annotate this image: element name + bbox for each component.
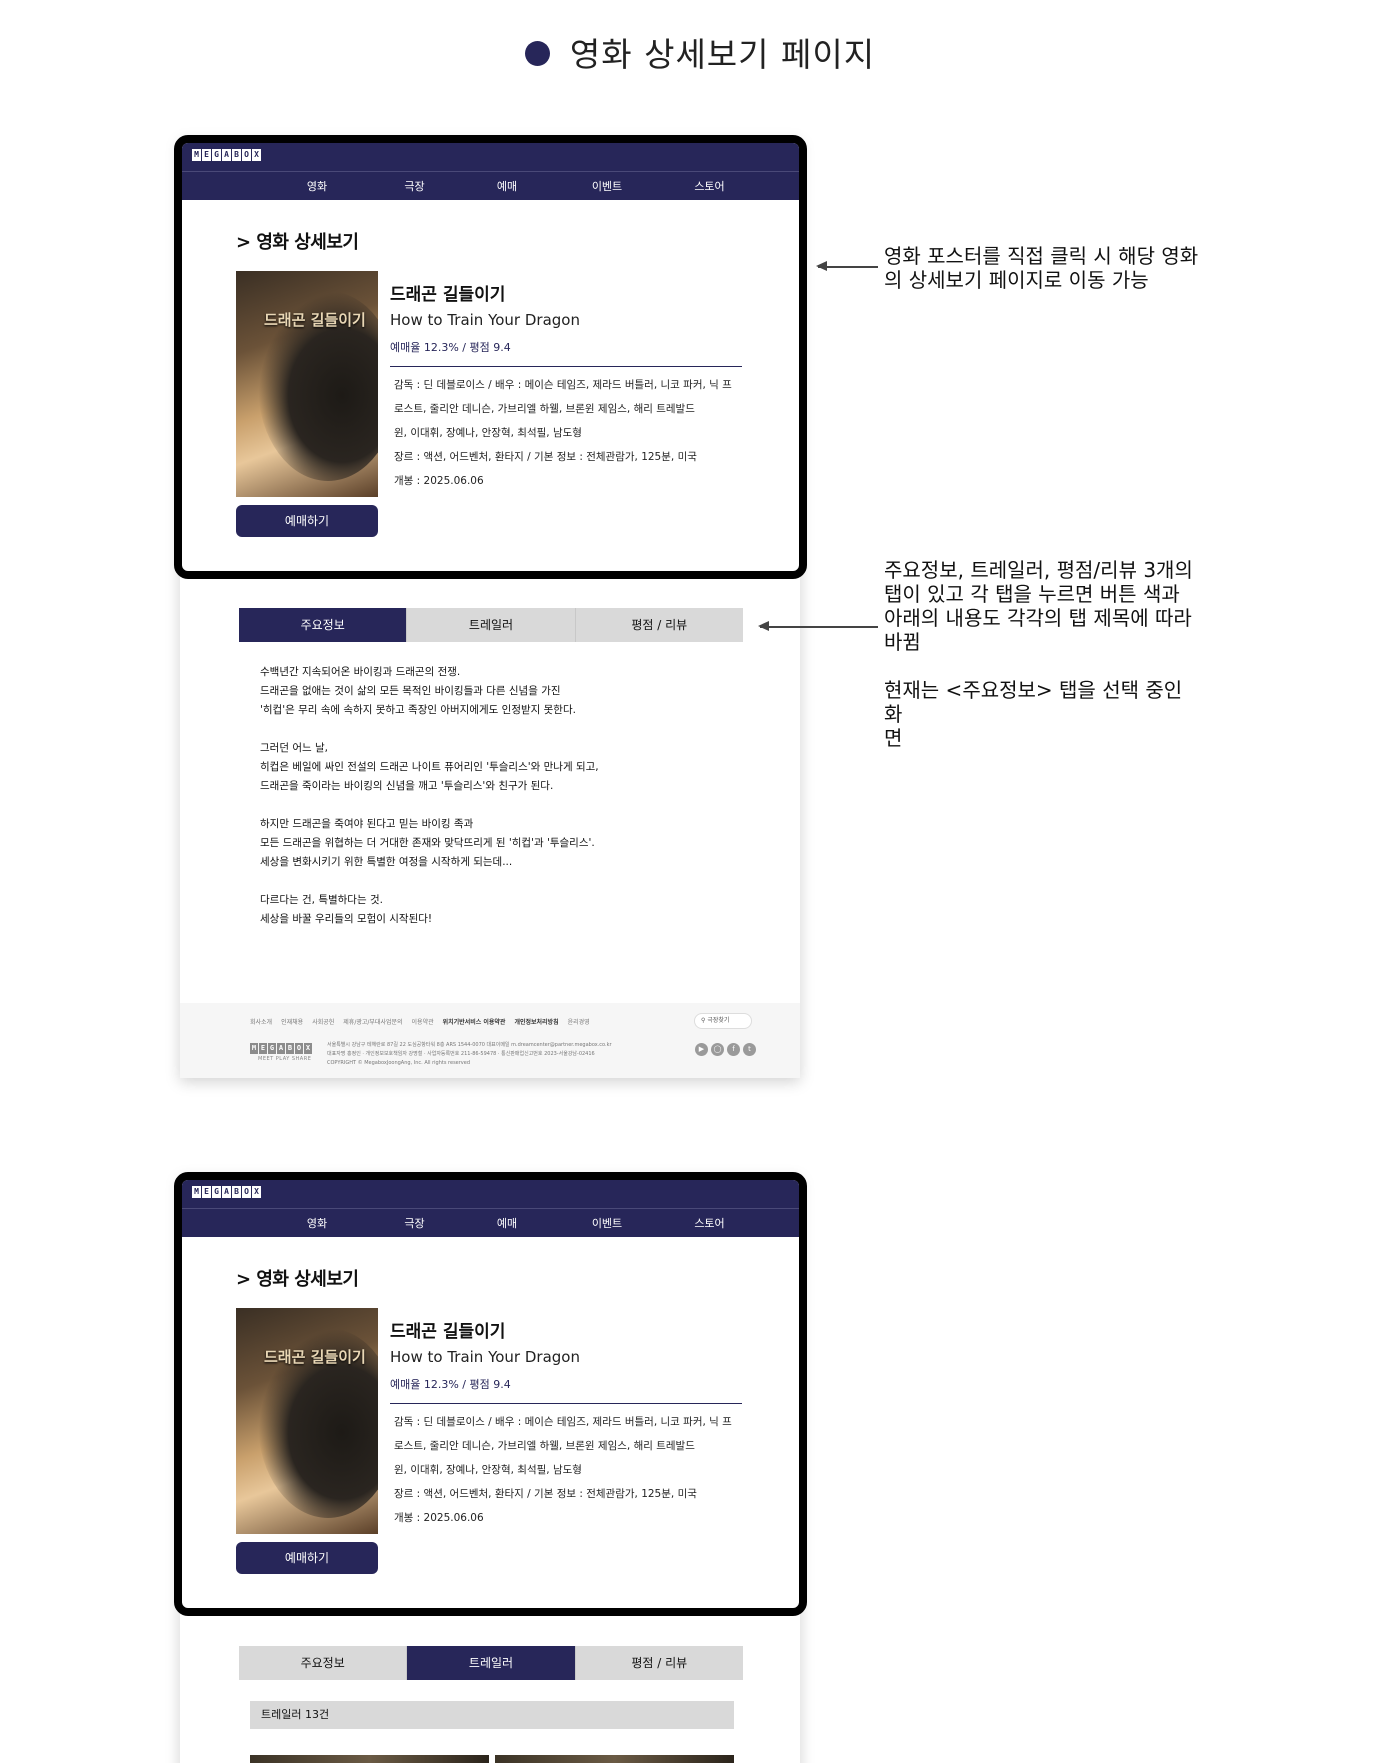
nav-item-theater[interactable]: 극장	[372, 1209, 457, 1237]
facebook-icon[interactable]: f	[727, 1043, 740, 1056]
trailer-thumbnail[interactable]	[495, 1755, 734, 1763]
movie-title-en: How to Train Your Dragon	[390, 1348, 580, 1366]
gnb-menu: 영화 극장 예매 이벤트 스토어	[182, 171, 799, 200]
megabox-logo[interactable]: MEGABOX	[192, 149, 261, 161]
movie-rate: 예매율 12.3% / 평점 9.4	[390, 1376, 742, 1404]
global-nav: MEGABOX 영화 극장 예매 이벤트 스토어	[182, 143, 799, 200]
theater-search-button[interactable]: ⚲ 극장찾기	[694, 1013, 752, 1029]
synopsis-line: 히컵은 베일에 싸인 전설의 드래곤 나이트 퓨어리인 '투슬리스'와 만나게 …	[260, 761, 599, 773]
page-title: 영화 상세보기 페이지	[0, 28, 1400, 76]
nav-item-store[interactable]: 스토어	[657, 1209, 762, 1237]
synopsis-line: '히컵'은 무리 속에 속하지 못하고 족장인 아버지에게도 인정받지 못한다.	[260, 704, 576, 716]
detail-heading: > 영화 상세보기	[236, 1269, 359, 1290]
nav-item-movie[interactable]: 영화	[262, 1209, 372, 1237]
gnb-menu: 영화 극장 예매 이벤트 스토어	[182, 1208, 799, 1237]
synopsis: 수백년간 지속되어온 바이킹과 드래곤의 전쟁. 드래곤을 없애는 것이 삶의 …	[260, 663, 700, 929]
synopsis-line: 세상을 변화시키기 위한 특별한 여정을 시작하게 되는데...	[260, 856, 513, 868]
synopsis-line: 세상을 바꿀 우리들의 모험이 시작된다!	[260, 913, 433, 925]
tab-trailer[interactable]: 트레일러	[407, 1646, 576, 1680]
nav-item-booking[interactable]: 예매	[457, 1209, 557, 1237]
nav-item-movie[interactable]: 영화	[262, 172, 372, 200]
tab-review[interactable]: 평점 / 리뷰	[575, 608, 743, 642]
title-bullet-icon	[524, 41, 550, 66]
footer-tagline: MEET PLAY SHARE	[258, 1056, 312, 1062]
movie-rate: 예매율 12.3% / 평점 9.4	[390, 339, 742, 367]
footer-link[interactable]: 인재채용	[281, 1017, 303, 1026]
synopsis-line: 드래곤을 없애는 것이 삶의 모든 목적인 바이킹들과 다른 신념을 가진	[260, 685, 561, 697]
arrow-left-icon	[758, 622, 878, 630]
footer-link[interactable]: 위치기반서비스 이용약관	[443, 1017, 506, 1026]
nav-item-event[interactable]: 이벤트	[557, 1209, 657, 1237]
trailer-count: 트레일러 13건	[250, 1701, 734, 1729]
footer-link[interactable]: 윤리경영	[568, 1017, 590, 1026]
footer-sns: ▶ ◯ f t	[695, 1043, 756, 1056]
annotation-poster-click: 영화 포스터를 직접 클릭 시 해당 영화 의 상세보기 페이지로 이동 가능	[884, 244, 1199, 292]
reserve-button[interactable]: 예매하기	[236, 505, 378, 537]
tab-main-info[interactable]: 주요정보	[239, 1646, 408, 1680]
movie-meta: 감독 : 딘 데블로이스 / 배우 : 메이슨 테임즈, 제라드 버틀러, 니코…	[394, 1416, 732, 1524]
search-icon: ⚲	[701, 1017, 706, 1024]
nav-item-store[interactable]: 스토어	[657, 172, 762, 200]
instagram-icon[interactable]: ◯	[711, 1043, 724, 1056]
twitter-icon[interactable]: t	[743, 1043, 756, 1056]
movie-info: 드래곤 길들이기 How to Train Your Dragon 예매율 12…	[390, 1308, 742, 1574]
poster-title: 드래곤 길들이기	[264, 311, 366, 329]
movie-poster[interactable]: 드래곤 길들이기	[236, 1308, 378, 1534]
tab-trailer[interactable]: 트레일러	[407, 608, 576, 642]
youtube-icon[interactable]: ▶	[695, 1043, 708, 1056]
synopsis-line: 모든 드래곤을 위협하는 더 거대한 존재와 맞닥뜨리게 된 '히컵'과 '투슬…	[260, 837, 595, 849]
tablet-frame: MEGABOX 영화 극장 예매 이벤트 스토어 > 영화 상세보기 드래곤 길…	[174, 135, 807, 579]
tab-bar: 주요정보 트레일러 평점 / 리뷰	[239, 1646, 743, 1680]
site-footer: 회사소개 인재채용 사회공헌 제휴/광고/부대사업문의 이용약관 위치기반서비스…	[180, 1003, 800, 1078]
footer-logo: MEGABOX	[250, 1043, 312, 1054]
nav-item-event[interactable]: 이벤트	[557, 172, 657, 200]
tablet-frame: MEGABOX 영화 극장 예매 이벤트 스토어 > 영화 상세보기 드래곤 길…	[174, 1172, 807, 1616]
megabox-logo[interactable]: MEGABOX	[192, 1186, 261, 1198]
synopsis-line: 다르다는 건, 특별하다는 것.	[260, 894, 383, 906]
synopsis-line: 수백년간 지속되어온 바이킹과 드래곤의 전쟁.	[260, 666, 461, 678]
movie-info: 드래곤 길들이기 How to Train Your Dragon 예매율 12…	[390, 271, 742, 537]
footer-links: 회사소개 인재채용 사회공헌 제휴/광고/부대사업문의 이용약관 위치기반서비스…	[250, 1017, 590, 1026]
nav-item-theater[interactable]: 극장	[372, 172, 457, 200]
tab-review[interactable]: 평점 / 리뷰	[575, 1646, 743, 1680]
movie-detail: > 영화 상세보기 드래곤 길들이기 예매하기 드래곤 길들이기 How to …	[182, 200, 799, 537]
poster-title: 드래곤 길들이기	[264, 1348, 366, 1366]
movie-detail: > 영화 상세보기 드래곤 길들이기 예매하기 드래곤 길들이기 How to …	[182, 1237, 799, 1574]
footer-link[interactable]: 이용약관	[412, 1017, 434, 1026]
movie-title-kr: 드래곤 길들이기	[390, 1322, 506, 1342]
annotation-tabs: 주요정보, 트레일러, 평점/리뷰 3개의 탭이 있고 각 탭을 누르면 버튼 …	[884, 558, 1193, 750]
footer-address: 서울특별시 강남구 테헤란로 87길 22 도심공항타워 8층 ARS 1544…	[327, 1042, 612, 1066]
synopsis-line: 그러던 어느 날,	[260, 742, 328, 754]
detail-heading: > 영화 상세보기	[236, 232, 359, 253]
trailer-thumbnails	[250, 1755, 734, 1763]
footer-link[interactable]: 회사소개	[250, 1017, 272, 1026]
movie-poster[interactable]: 드래곤 길들이기	[236, 271, 378, 497]
synopsis-line: 하지만 드래곤을 죽여야 된다고 믿는 바이킹 족과	[260, 818, 474, 830]
synopsis-line: 드래곤을 죽이라는 바이킹의 신념을 깨고 '투슬리스'와 친구가 된다.	[260, 780, 554, 792]
trailer-thumbnail[interactable]	[250, 1755, 489, 1763]
arrow-left-icon	[816, 262, 878, 270]
movie-title-en: How to Train Your Dragon	[390, 311, 580, 329]
footer-link[interactable]: 개인정보처리방침	[514, 1017, 558, 1026]
movie-meta: 감독 : 딘 데블로이스 / 배우 : 메이슨 테임즈, 제라드 버틀러, 니코…	[394, 379, 732, 487]
footer-link[interactable]: 제휴/광고/부대사업문의	[343, 1017, 402, 1026]
nav-item-booking[interactable]: 예매	[457, 172, 557, 200]
global-nav: MEGABOX 영화 극장 예매 이벤트 스토어	[182, 1180, 799, 1237]
footer-link[interactable]: 사회공헌	[312, 1017, 334, 1026]
reserve-button[interactable]: 예매하기	[236, 1542, 378, 1574]
movie-title-kr: 드래곤 길들이기	[390, 285, 506, 305]
tab-main-info[interactable]: 주요정보	[239, 608, 408, 642]
tab-bar: 주요정보 트레일러 평점 / 리뷰	[239, 608, 743, 642]
